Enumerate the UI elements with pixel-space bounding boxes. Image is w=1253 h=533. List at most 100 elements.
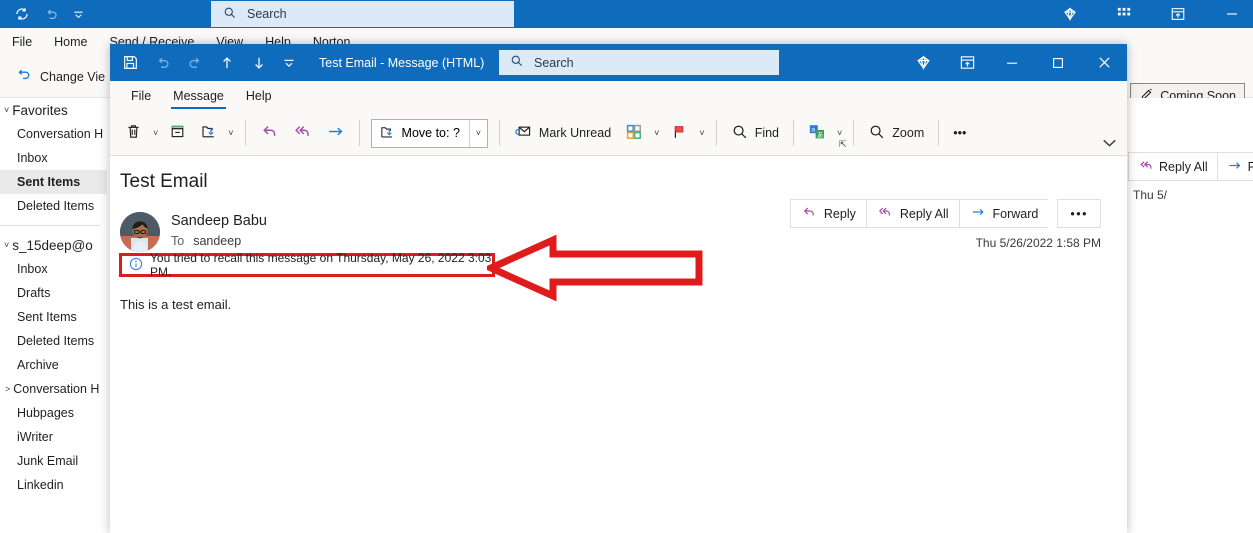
folder-item-drafts[interactable]: Drafts — [0, 281, 107, 305]
tab-help[interactable]: Help — [235, 81, 283, 111]
reply-all-button[interactable] — [286, 116, 319, 150]
folder-item-linkedin[interactable]: Linkedin — [0, 473, 107, 497]
reply-all-arrow-icon — [1138, 158, 1153, 176]
forward-action-button[interactable]: Forward — [959, 199, 1049, 228]
reading-pane-forward-label: Fo — [1248, 160, 1253, 174]
reading-pane-date: Thu 5/ — [1133, 188, 1167, 202]
message-window: Test Email - Message (HTML) Search — [110, 44, 1127, 533]
minimize-icon[interactable] — [1217, 0, 1247, 28]
folder-item-iwriter[interactable]: iWriter — [0, 425, 107, 449]
next-item-icon[interactable] — [251, 55, 267, 71]
delete-dropdown-icon[interactable]: ˅ — [149, 128, 162, 138]
folder-item-inbox[interactable]: Inbox — [0, 146, 107, 170]
ribbon-divider — [793, 120, 794, 146]
translate-dropdown-icon[interactable]: ˅ — [833, 128, 846, 138]
translate-button[interactable]: a あ — [801, 116, 833, 150]
previous-item-icon[interactable] — [219, 55, 235, 71]
move-to-combobox-main[interactable]: Move to: ? — [372, 120, 469, 147]
zoom-label: Zoom — [892, 126, 924, 140]
diamond-icon[interactable] — [1055, 0, 1085, 28]
categorize-button[interactable] — [618, 116, 650, 150]
diamond-icon[interactable] — [901, 44, 945, 81]
sender-details: Sandeep Babu To sandeep — [171, 212, 267, 248]
apps-grid-icon[interactable] — [1109, 0, 1139, 28]
mark-unread-label: Mark Unread — [539, 126, 611, 140]
close-button[interactable] — [1081, 44, 1127, 81]
archive-button[interactable] — [162, 116, 193, 150]
reply-all-action-button[interactable]: Reply All — [866, 199, 959, 228]
categorize-dropdown-icon[interactable]: ˅ — [650, 128, 663, 138]
folder-group-account[interactable]: ˅ s_15deep@o — [0, 233, 107, 257]
chevron-down-icon: ˅ — [4, 241, 9, 250]
sync-icon[interactable] — [14, 6, 30, 22]
more-commands-button[interactable]: ••• — [946, 116, 973, 150]
tab-file[interactable]: File — [120, 81, 162, 111]
message-search-box[interactable]: Search — [499, 50, 779, 75]
flag-button[interactable] — [663, 116, 695, 150]
sender-name: Sandeep Babu — [171, 212, 267, 230]
reading-pane-forward-button[interactable]: Fo — [1217, 152, 1253, 181]
folder-item-sent-items[interactable]: Sent Items — [0, 170, 107, 194]
folder-label: Inbox — [17, 262, 48, 276]
redo-icon[interactable] — [187, 55, 203, 71]
avatar[interactable] — [120, 212, 160, 252]
folder-item-account-sent-items[interactable]: Sent Items — [0, 305, 107, 329]
change-view-button[interactable]: Change Vie — [6, 60, 115, 94]
zoom-button[interactable]: Zoom — [861, 116, 931, 150]
mark-unread-button[interactable]: Mark Unread — [507, 116, 618, 150]
find-button[interactable]: Find — [724, 116, 786, 150]
folder-label: Deleted Items — [17, 199, 94, 213]
move-to-folder-button[interactable] — [193, 116, 224, 150]
collapse-ribbon-icon[interactable] — [1102, 135, 1117, 153]
more-actions-button[interactable]: ••• — [1057, 199, 1101, 228]
customize-qat-icon[interactable] — [73, 9, 84, 20]
ribbon-display-icon[interactable] — [1163, 0, 1193, 28]
reply-action-button[interactable]: Reply — [790, 199, 866, 228]
folder-label: Linkedin — [17, 478, 64, 492]
folder-group-account-label: s_15deep@o — [12, 238, 93, 253]
menu-item-file[interactable]: File — [0, 28, 43, 56]
ribbon-display-icon[interactable] — [945, 44, 989, 81]
categorize-icon — [625, 123, 643, 144]
reading-pane: Reply All Fo Thu 5/ — [1126, 98, 1253, 533]
folder-label: Sent Items — [17, 175, 80, 189]
move-dropdown-icon[interactable]: ˅ — [224, 128, 237, 138]
reading-pane-reply-all-label: Reply All — [1159, 160, 1208, 174]
folder-group-favorites[interactable]: ˅ Favorites — [0, 98, 107, 122]
move-to-folder-icon — [379, 124, 395, 143]
reply-button[interactable] — [253, 116, 286, 150]
search-icon — [510, 54, 524, 71]
move-to-combobox[interactable]: Move to: ? ˅ — [371, 119, 488, 148]
minimize-button[interactable] — [989, 44, 1035, 81]
save-icon[interactable] — [122, 54, 139, 71]
folder-item-archive[interactable]: Archive — [0, 353, 107, 377]
folder-item-account-inbox[interactable]: Inbox — [0, 257, 107, 281]
flag-dropdown-icon[interactable]: ˅ — [695, 128, 708, 138]
svg-text:a: a — [811, 125, 815, 133]
folder-item-junk-email[interactable]: Junk Email — [0, 449, 107, 473]
message-window-title: Test Email - Message (HTML) — [319, 56, 484, 70]
forward-button[interactable] — [319, 116, 352, 150]
folder-item-account-deleted-items[interactable]: Deleted Items — [0, 329, 107, 353]
folder-item-account-conversation-history[interactable]: ˃ Conversation H — [0, 377, 107, 401]
move-to-dropdown-icon[interactable]: ˅ — [469, 120, 487, 147]
undo-icon[interactable] — [44, 7, 59, 22]
tab-message[interactable]: Message — [162, 81, 235, 111]
customize-qat-icon[interactable] — [283, 57, 295, 69]
message-subject: Test Email — [120, 171, 208, 193]
folder-item-conversation-history[interactable]: Conversation H — [0, 122, 107, 146]
dialog-launcher-icon[interactable]: ⇱ — [839, 139, 847, 150]
undo-icon[interactable] — [155, 55, 171, 71]
delete-button[interactable] — [118, 116, 149, 150]
main-titlebar-right — [1055, 0, 1253, 28]
change-view-label: Change Vie — [40, 70, 105, 84]
folder-item-deleted-items[interactable]: Deleted Items — [0, 194, 107, 218]
folder-item-hubpages[interactable]: Hubpages — [0, 401, 107, 425]
reading-pane-reply-all-button[interactable]: Reply All — [1128, 152, 1217, 181]
ribbon-divider — [245, 120, 246, 146]
main-search-box[interactable]: Search — [211, 1, 514, 27]
maximize-button[interactable] — [1035, 44, 1081, 81]
ribbon-divider — [716, 120, 717, 146]
to-recipient[interactable]: sandeep — [193, 234, 241, 248]
menu-item-home[interactable]: Home — [43, 28, 98, 56]
